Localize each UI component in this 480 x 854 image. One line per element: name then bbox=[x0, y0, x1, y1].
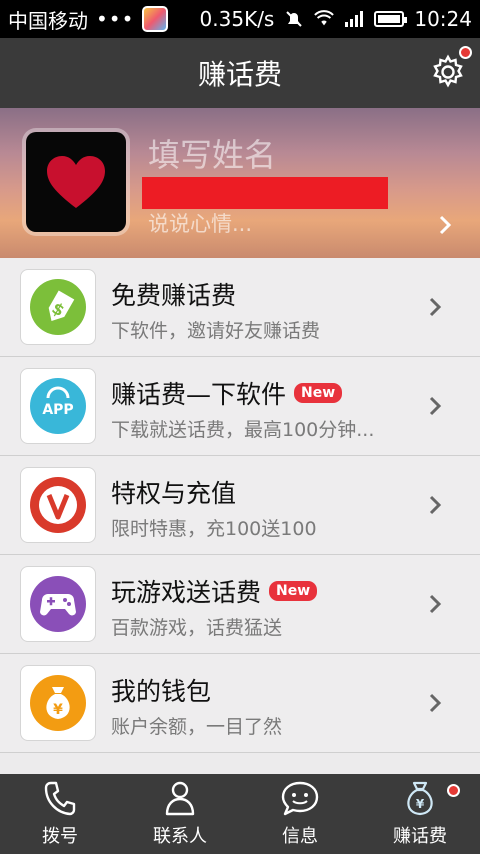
phone-icon bbox=[44, 781, 76, 816]
network-speed: 0.35K/s bbox=[199, 7, 275, 31]
clock: 10:24 bbox=[414, 7, 472, 31]
money-bag-icon: ¥ bbox=[30, 675, 86, 731]
wifi-icon bbox=[314, 10, 335, 26]
mood-placeholder[interactable]: 说说心情... bbox=[148, 208, 252, 238]
bottom-nav: 拨号 联系人 信息 ¥ 赚话费 bbox=[0, 774, 480, 854]
money-bag-icon: ¥ bbox=[407, 781, 433, 816]
carrier-label: 中国移动 bbox=[8, 8, 88, 33]
gear-icon bbox=[433, 54, 463, 88]
tab-messages[interactable]: 信息 bbox=[240, 774, 360, 854]
item-title: 特权与充值 bbox=[111, 479, 237, 508]
chevron-right-icon bbox=[429, 495, 442, 515]
list-item[interactable]: 玩游戏送话费 New 百款游戏，话费猛送 bbox=[0, 555, 480, 654]
item-subtitle: 限时特惠，充100送100 bbox=[111, 518, 317, 540]
page-title: 赚话费 bbox=[197, 58, 282, 91]
item-subtitle: 账户余额，一目了然 bbox=[111, 716, 283, 738]
battery-icon bbox=[374, 11, 408, 27]
list-item[interactable]: ¥ 我的钱包 账户余额，一目了然 bbox=[0, 654, 480, 753]
item-title: 我的钱包 bbox=[111, 677, 212, 706]
notification-dots: ••• bbox=[96, 7, 135, 31]
list-item[interactable]: APP 赚话费—下软件 New 下载就送话费，最高100分钟... bbox=[0, 357, 480, 456]
profile-banner[interactable]: 填写姓名 说说心情... bbox=[0, 108, 480, 258]
item-title: 赚话费—下软件 bbox=[111, 380, 287, 409]
redacted-phone-number bbox=[142, 177, 388, 209]
item-title: 玩游戏送话费 bbox=[111, 578, 262, 607]
item-subtitle: 百款游戏，话费猛送 bbox=[111, 617, 283, 639]
list-item[interactable]: 特权与充值 限时特惠，充100送100 bbox=[0, 456, 480, 555]
chevron-right-icon bbox=[429, 594, 442, 614]
notification-dot bbox=[447, 784, 460, 797]
chevron-right-icon bbox=[439, 215, 452, 235]
svg-text:¥: ¥ bbox=[53, 702, 63, 718]
name-placeholder[interactable]: 填写姓名 bbox=[148, 130, 276, 176]
item-subtitle: 下载就送话费，最高100分钟... bbox=[111, 419, 375, 441]
tab-label: 赚话费 bbox=[393, 826, 447, 847]
tab-earn-credit[interactable]: ¥ 赚话费 bbox=[360, 774, 480, 854]
signal-icon bbox=[345, 11, 364, 27]
tab-label: 联系人 bbox=[153, 826, 207, 847]
item-title: 免费赚话费 bbox=[111, 281, 237, 310]
new-badge: New bbox=[269, 581, 318, 601]
message-icon bbox=[281, 781, 319, 816]
list-item[interactable]: $ 免费赚话费 下软件，邀请好友赚话费 bbox=[0, 258, 480, 357]
tab-label: 拨号 bbox=[42, 826, 78, 847]
item-subtitle: 下软件，邀请好友赚话费 bbox=[111, 320, 321, 342]
contacts-icon bbox=[165, 781, 195, 816]
gamepad-icon bbox=[30, 576, 86, 632]
notification-dot bbox=[459, 46, 472, 59]
title-bar: 赚话费 bbox=[0, 38, 480, 108]
menu-list: $ 免费赚话费 下软件，邀请好友赚话费 APP 赚话费—下软件 New 下载就送… bbox=[0, 258, 480, 774]
chevron-right-icon bbox=[429, 396, 442, 416]
svg-text:¥: ¥ bbox=[416, 797, 425, 811]
tab-dialer[interactable]: 拨号 bbox=[0, 774, 120, 854]
new-badge: New bbox=[294, 383, 343, 403]
chevron-right-icon bbox=[429, 297, 442, 317]
avatar[interactable] bbox=[22, 128, 130, 236]
heart-icon bbox=[47, 156, 105, 208]
price-tag-icon: $ bbox=[30, 279, 86, 335]
settings-button[interactable] bbox=[430, 46, 472, 90]
app-store-icon: APP bbox=[30, 378, 86, 434]
notification-app-icon bbox=[142, 6, 169, 32]
tab-label: 信息 bbox=[282, 826, 318, 847]
vip-icon bbox=[30, 477, 86, 533]
chevron-right-icon bbox=[429, 693, 442, 713]
mute-icon bbox=[286, 11, 303, 27]
status-bar: 中国移动 ••• 0.35K/s 10:24 bbox=[0, 0, 480, 38]
tab-contacts[interactable]: 联系人 bbox=[120, 774, 240, 854]
svg-text:APP: APP bbox=[42, 402, 73, 418]
